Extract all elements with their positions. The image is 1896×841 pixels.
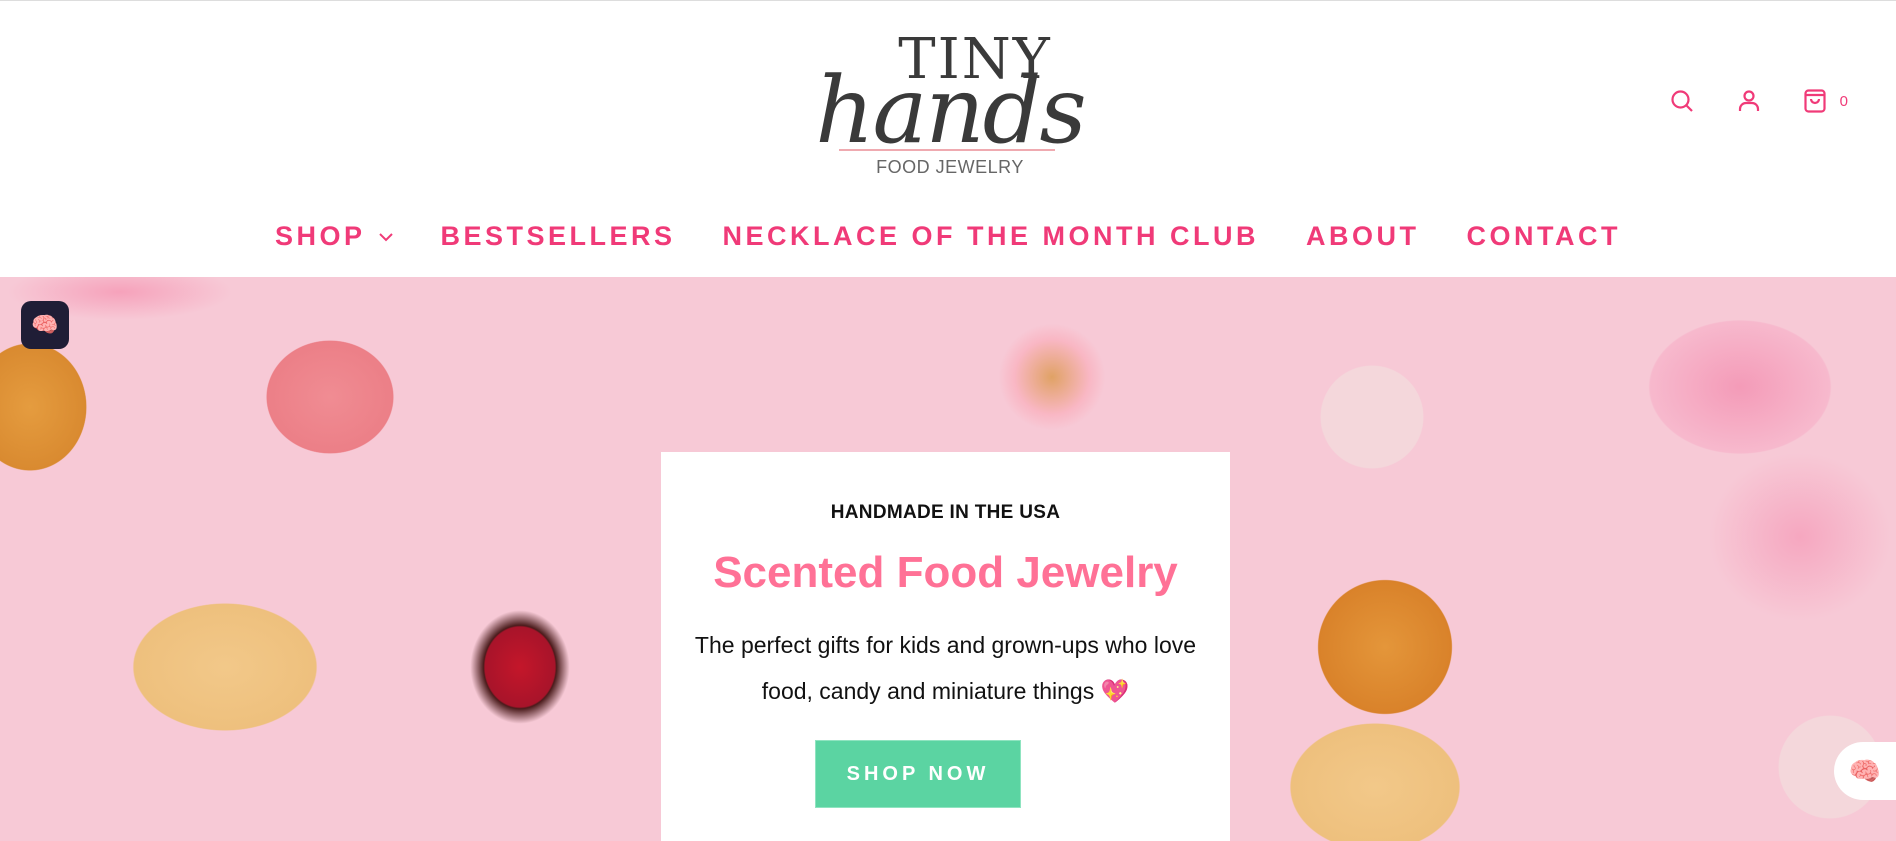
logo-hands: hands xyxy=(815,57,1086,164)
main-nav: SHOP BESTSELLERS NECKLACE OF THE MONTH C… xyxy=(0,221,1896,252)
cart-count: 0 xyxy=(1839,92,1848,110)
brain-icon: 🧠 xyxy=(1848,755,1882,786)
shop-now-button[interactable]: SHOP NOW xyxy=(815,740,1021,808)
search-icon[interactable] xyxy=(1670,89,1694,113)
chevron-down-icon xyxy=(378,232,393,241)
hero-panel: HANDMADE IN THE USA Scented Food Jewelry… xyxy=(661,452,1230,841)
account-icon[interactable] xyxy=(1738,90,1760,112)
logo[interactable]: TINY hands FOOD JEWELRY xyxy=(785,23,1115,183)
cart-icon xyxy=(1804,89,1826,113)
nav-contact[interactable]: CONTACT xyxy=(1467,221,1621,252)
nav-about[interactable]: ABOUT xyxy=(1306,221,1420,252)
logo-divider xyxy=(839,149,1055,151)
nav-bestsellers[interactable]: BESTSELLERS xyxy=(441,221,676,252)
logo-tagline: FOOD JEWELRY xyxy=(876,157,1024,177)
hero-description-block: The perfect gifts for kids and grown-ups… xyxy=(691,622,1200,714)
site-header: TINY hands FOOD JEWELRY 0 SHOP BESTSELLE… xyxy=(0,0,1896,277)
nav-necklace-club[interactable]: NECKLACE OF THE MONTH CLUB xyxy=(723,221,1259,252)
nav-shop-label: SHOP xyxy=(274,221,366,251)
brain-icon: 🧠 xyxy=(31,312,59,337)
accessibility-widget-button[interactable]: 🧠 xyxy=(21,301,69,349)
nav-shop[interactable]: SHOP xyxy=(275,221,394,252)
hero-eyebrow: HANDMADE IN THE USA xyxy=(830,502,1061,523)
assistant-widget-button[interactable]: 🧠 xyxy=(1834,742,1896,800)
cart-button[interactable]: 0 xyxy=(1804,89,1848,113)
hero-title: Scented Food Jewelry xyxy=(713,548,1178,597)
sparkling-heart-icon: 💖 xyxy=(1100,678,1130,704)
header-icons: 0 xyxy=(1670,89,1848,113)
